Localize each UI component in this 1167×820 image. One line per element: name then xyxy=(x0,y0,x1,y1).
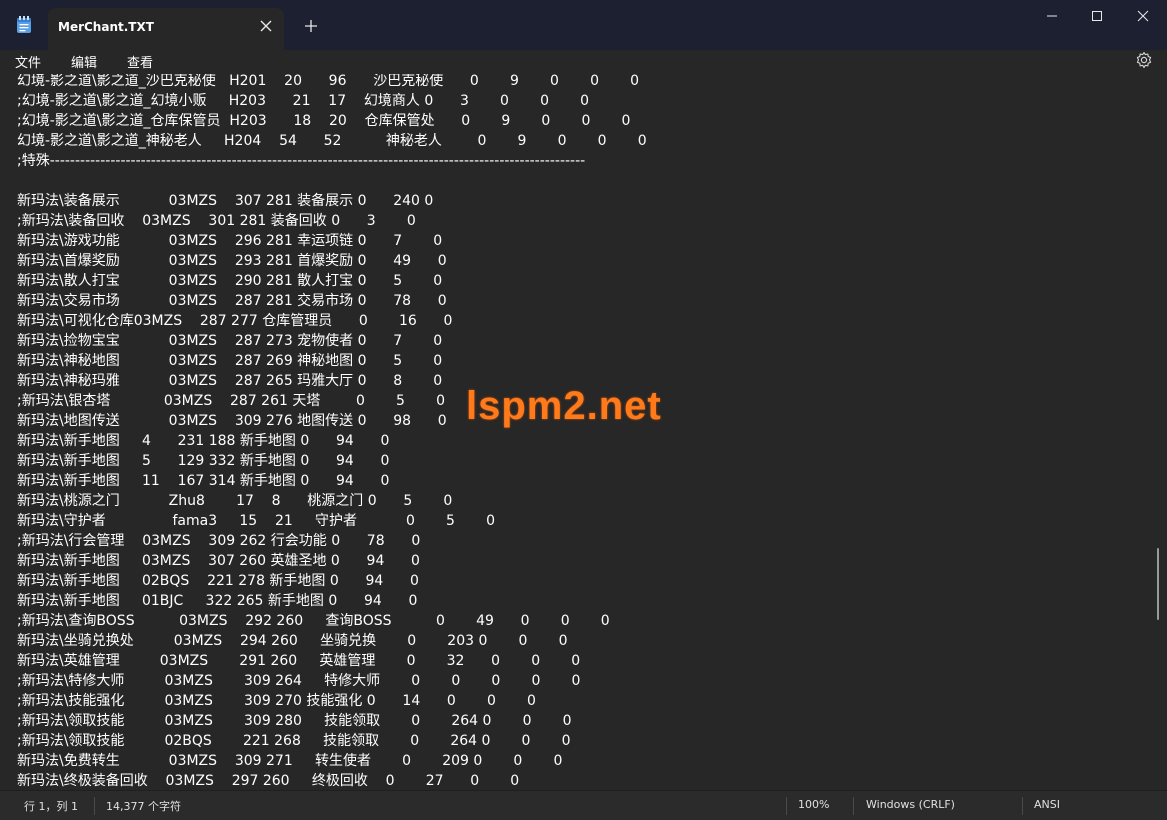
text-line: 新玛法\神秘地图 03MZS 287 269 神秘地图 0 5 0 xyxy=(17,353,443,369)
line-ending[interactable]: Windows (CRLF) xyxy=(866,798,955,811)
minimize-icon xyxy=(1047,15,1057,17)
gear-icon[interactable] xyxy=(1135,51,1153,69)
text-line: 新玛法\首爆奖励 03MZS 293 281 首爆奖励 0 49 0 xyxy=(17,253,447,269)
watermark: lspm2.net xyxy=(466,384,662,428)
tab-merchant[interactable]: MerChant.TXT xyxy=(48,8,284,50)
maximize-button[interactable] xyxy=(1074,0,1120,32)
text-line: 新玛法\桃源之门 Zhu8 17 8 桃源之门 0 5 0 xyxy=(17,493,453,509)
maximize-icon xyxy=(1092,11,1102,21)
text-line: 新玛法\新手地图 4 231 188 新手地图 0 94 0 xyxy=(17,433,390,449)
menu-bar: 文件 编辑 查看 xyxy=(0,50,1167,74)
vertical-scrollbar[interactable] xyxy=(1157,548,1159,620)
text-line: 新玛法\装备展示 03MZS 307 281 装备展示 0 240 0 xyxy=(17,193,434,209)
text-line: 幻境-影之道\影之道_沙巴克秘使 H201 20 96 沙巴克秘使 0 9 0 … xyxy=(17,74,640,89)
divider xyxy=(1022,797,1023,815)
text-line: 新玛法\捡物宝宝 03MZS 287 273 宠物使者 0 7 0 xyxy=(17,333,443,349)
text-line: 新玛法\终极装备回收 03MZS 297 260 终极回收 0 27 0 0 xyxy=(17,773,520,789)
title-bar: MerChant.TXT xyxy=(0,0,1167,50)
text-line: ;新玛法\领取技能 03MZS 309 280 技能领取 0 264 0 0 0 xyxy=(17,713,572,729)
notepad-icon xyxy=(17,16,31,33)
text-line: 新玛法\新手地图 11 167 314 新手地图 0 94 0 xyxy=(17,473,390,489)
text-line: 新玛法\散人打宝 03MZS 290 281 散人打宝 0 5 0 xyxy=(17,273,443,289)
text-line: ;新玛法\特修大师 03MZS 309 264 特修大师 0 0 0 0 0 xyxy=(17,673,581,689)
text-line: 新玛法\英雄管理 03MZS 291 260 英雄管理 0 32 0 0 0 xyxy=(17,653,581,669)
status-bar: 行 1，列 1 14,377 个字符 100% Windows (CRLF) A… xyxy=(0,790,1167,820)
text-line: ;新玛法\技能强化 03MZS 309 270 技能强化 0 14 0 0 0 xyxy=(17,693,536,709)
text-line: 新玛法\新手地图 5 129 332 新手地图 0 94 0 xyxy=(17,453,390,469)
close-window-button[interactable] xyxy=(1120,0,1166,32)
menu-edit[interactable]: 编辑 xyxy=(71,52,97,71)
divider xyxy=(94,797,95,815)
text-line: 新玛法\新手地图 01BJC 322 265 新手地图 0 94 0 xyxy=(17,593,418,609)
divider xyxy=(853,797,854,815)
text-line: ;新玛法\行会管理 03MZS 309 262 行会功能 0 78 0 xyxy=(17,533,421,549)
text-line: ;特殊-------------------------------------… xyxy=(17,153,586,169)
text-line: 新玛法\可视化仓库03MZS 287 277 仓库管理员 0 16 0 xyxy=(17,313,453,329)
text-line: 幻境-影之道\影之道_神秘老人 H204 54 52 神秘老人 0 9 0 0 … xyxy=(17,133,647,149)
minimize-button[interactable] xyxy=(1029,0,1075,32)
text-editor[interactable]: 幻境-影之道\影之道_沙巴克秘使 H201 20 96 沙巴克秘使 0 9 0 … xyxy=(0,74,1167,790)
zoom-level[interactable]: 100% xyxy=(798,798,829,811)
text-line: 新玛法\新手地图 02BQS 221 278 新手地图 0 94 0 xyxy=(17,573,419,589)
text-line: ;新玛法\领取技能 02BQS 221 268 技能领取 0 264 0 0 0 xyxy=(17,733,571,749)
plus-icon[interactable] xyxy=(302,17,320,35)
text-line: ;幻境-影之道\影之道_幻境小贩 H203 21 17 幻境商人 0 3 0 0… xyxy=(17,93,590,109)
text-line: 新玛法\交易市场 03MZS 287 281 交易市场 0 78 0 xyxy=(17,293,447,309)
text-line: 新玛法\坐骑兑换处 03MZS 294 260 坐骑兑换 0 203 0 0 0 xyxy=(17,633,568,649)
tab-title: MerChant.TXT xyxy=(58,20,154,34)
text-line: 新玛法\游戏功能 03MZS 296 281 幸运项链 0 7 0 xyxy=(17,233,443,249)
text-line: 新玛法\守护者 fama3 15 21 守护者 0 5 0 xyxy=(17,513,496,529)
text-line xyxy=(17,171,647,191)
menu-view[interactable]: 查看 xyxy=(127,52,153,71)
text-line: ;新玛法\查询BOSS 03MZS 292 260 查询BOSS 0 49 0 … xyxy=(17,613,610,629)
editor-lines: 幻境-影之道\影之道_沙巴克秘使 H201 20 96 沙巴克秘使 0 9 0 … xyxy=(17,74,647,790)
divider xyxy=(786,797,787,815)
text-line: ;新玛法\装备回收 03MZS 301 281 装备回收 0 3 0 xyxy=(17,213,416,229)
text-line: 新玛法\免费转生 03MZS 309 271 转生使者 0 209 0 0 0 xyxy=(17,753,563,769)
character-count: 14,377 个字符 xyxy=(106,800,181,813)
encoding[interactable]: ANSI xyxy=(1034,798,1060,811)
text-line: ;幻境-影之道\影之道_仓库保管员 H203 18 20 仓库保管处 0 9 0… xyxy=(17,113,631,129)
close-tab-icon[interactable] xyxy=(258,18,274,34)
close-icon xyxy=(1137,10,1149,22)
text-line: 新玛法\新手地图 03MZS 307 260 英雄圣地 0 94 0 xyxy=(17,553,420,569)
cursor-position: 行 1，列 1 xyxy=(24,800,78,813)
menu-file[interactable]: 文件 xyxy=(15,52,41,71)
